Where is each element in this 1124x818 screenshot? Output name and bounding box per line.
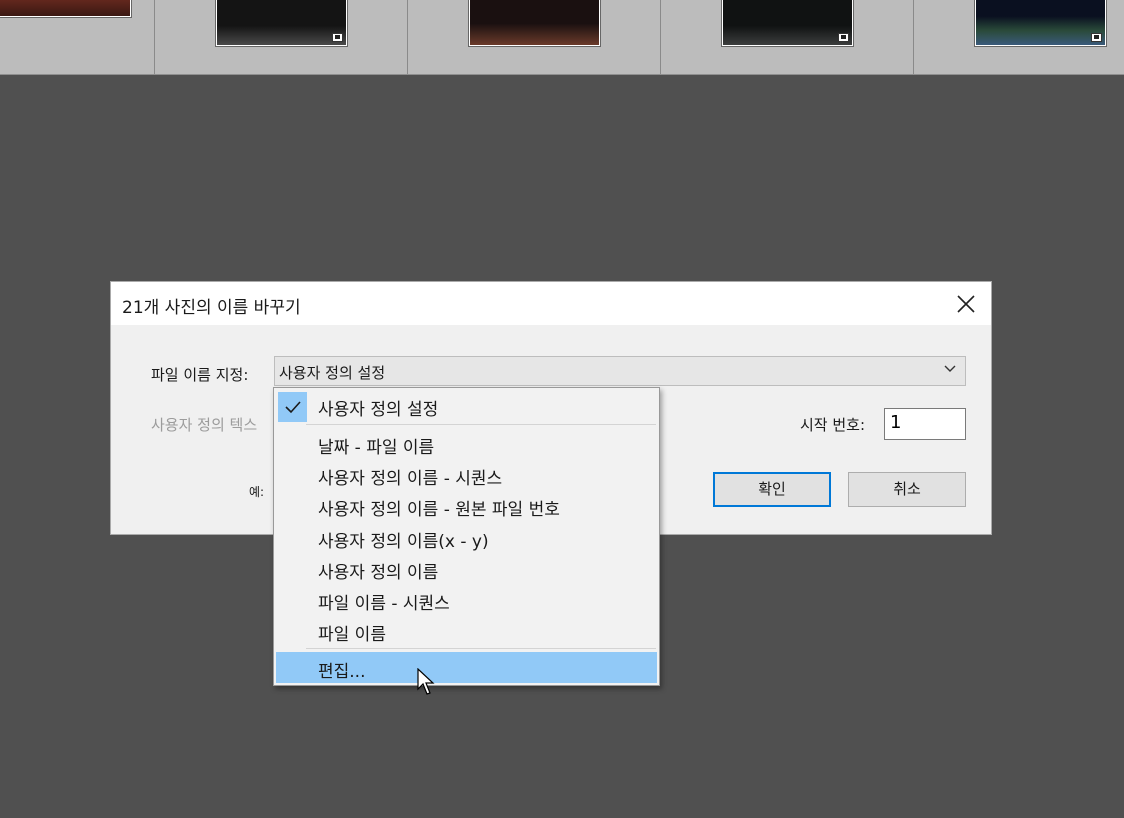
mouse-cursor-icon bbox=[417, 668, 435, 695]
menu-item[interactable]: 날짜 - 파일 이름 bbox=[276, 428, 657, 458]
example-label: 예: bbox=[249, 485, 265, 499]
menu-item-label: 편집... bbox=[318, 662, 366, 682]
thumbnail[interactable] bbox=[721, 0, 854, 47]
thumbnail[interactable] bbox=[974, 0, 1107, 47]
filename-label: 파일 이름 지정: bbox=[151, 366, 249, 384]
filmstrip-cell[interactable] bbox=[914, 0, 1124, 74]
menu-item[interactable]: 파일 이름 bbox=[276, 615, 657, 645]
dialog-titlebar: 21개 사진의 이름 바꾸기 bbox=[111, 282, 991, 325]
menu-item[interactable]: 파일 이름 - 시퀀스 bbox=[276, 584, 657, 614]
filename-template-dropdown: 사용자 정의 설정 날짜 - 파일 이름 사용자 정의 이름 - 시퀀스 사용자… bbox=[273, 387, 660, 686]
checkmark-icon bbox=[278, 392, 307, 422]
menu-item-label: 날짜 - 파일 이름 bbox=[318, 438, 435, 458]
flag-icon bbox=[332, 33, 343, 42]
menu-item[interactable]: 사용자 정의 이름 bbox=[276, 553, 657, 583]
menu-separator bbox=[306, 424, 656, 425]
flag-icon bbox=[1091, 33, 1102, 42]
filmstrip-cell[interactable] bbox=[155, 0, 408, 74]
menu-item[interactable]: 사용자 정의 이름(x - y) bbox=[276, 522, 657, 552]
custom-text-label: 사용자 정의 텍스 bbox=[151, 416, 258, 434]
filmstrip bbox=[0, 0, 1124, 75]
filmstrip-cell[interactable] bbox=[661, 0, 914, 74]
chevron-down-icon bbox=[944, 365, 956, 372]
filename-selected-value: 사용자 정의 설정 bbox=[279, 364, 386, 382]
menu-item-label: 파일 이름 bbox=[318, 625, 386, 645]
menu-item[interactable]: 사용자 정의 이름 - 원본 파일 번호 bbox=[276, 490, 657, 520]
dialog-title: 21개 사진의 이름 바꾸기 bbox=[122, 298, 301, 318]
filmstrip-cell[interactable] bbox=[0, 0, 155, 74]
menu-item-label: 사용자 정의 이름(x - y) bbox=[318, 532, 489, 552]
menu-item-custom-settings[interactable]: 사용자 정의 설정 bbox=[276, 390, 657, 422]
close-icon[interactable] bbox=[951, 289, 981, 319]
ok-button[interactable]: 확인 bbox=[713, 472, 831, 507]
menu-item[interactable]: 사용자 정의 이름 - 시퀀스 bbox=[276, 459, 657, 489]
menu-item-label: 사용자 정의 이름 bbox=[318, 563, 439, 583]
thumbnail[interactable] bbox=[0, 0, 132, 18]
menu-item-edit[interactable]: 편집... bbox=[276, 652, 657, 683]
start-number-label: 시작 번호: bbox=[800, 416, 866, 434]
thumbnail[interactable] bbox=[215, 0, 348, 47]
filmstrip-cell[interactable] bbox=[408, 0, 661, 74]
cancel-button[interactable]: 취소 bbox=[848, 472, 966, 507]
menu-item-label: 사용자 정의 이름 - 원본 파일 번호 bbox=[318, 500, 560, 520]
menu-item-label: 사용자 정의 이름 - 시퀀스 bbox=[318, 469, 503, 489]
start-number-input[interactable]: 1 bbox=[884, 408, 966, 440]
menu-item-label: 사용자 정의 설정 bbox=[318, 400, 439, 420]
thumbnail[interactable] bbox=[468, 0, 601, 47]
menu-separator bbox=[306, 648, 656, 649]
filename-template-select[interactable]: 사용자 정의 설정 bbox=[274, 356, 966, 386]
flag-icon bbox=[838, 33, 849, 42]
menu-item-label: 파일 이름 - 시퀀스 bbox=[318, 594, 450, 614]
